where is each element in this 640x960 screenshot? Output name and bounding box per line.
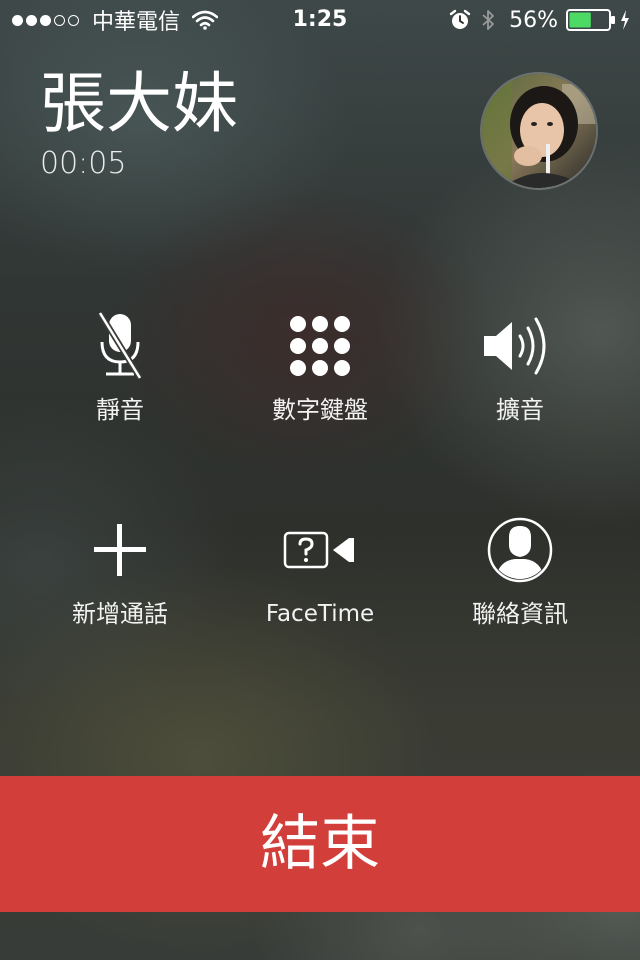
- facetime-button[interactable]: FaceTime: [220, 510, 420, 640]
- speaker-icon: [484, 317, 546, 375]
- speaker-icon-wrap: [420, 306, 620, 386]
- facetime-icon-wrap: [220, 510, 420, 590]
- facetime-icon: [283, 531, 354, 569]
- contact-icon-wrap: [420, 510, 620, 590]
- mute-icon-wrap: [20, 306, 220, 386]
- keypad-icon: [290, 316, 350, 376]
- plus-icon: [94, 524, 146, 576]
- contact-photo: [482, 74, 596, 188]
- caller-avatar: [480, 72, 598, 190]
- in-call-screen: 中華電信 1:25 56% 張大妹 00:05 靜音 數字鍵盤 擴音 新增通話 …: [0, 0, 640, 960]
- status-right: 56%: [449, 6, 630, 34]
- add-call-button[interactable]: 新增通話: [20, 510, 220, 640]
- mute-label: 靜音: [96, 396, 144, 424]
- add-call-label: 新增通話: [72, 600, 168, 628]
- keypad-icon-wrap: [220, 306, 420, 386]
- contact-info-label: 聯絡資訊: [472, 600, 568, 628]
- keypad-button[interactable]: 數字鍵盤: [220, 306, 420, 436]
- end-call-button[interactable]: 結束: [0, 776, 640, 912]
- charging-bolt-icon: [621, 10, 629, 30]
- mute-microphone-icon: [97, 311, 143, 380]
- add-call-icon-wrap: [20, 510, 220, 590]
- status-bar: 中華電信 1:25 56%: [0, 0, 640, 40]
- battery-percent: 56%: [509, 7, 558, 33]
- call-duration: 00:05: [40, 146, 127, 181]
- caller-name: 張大妹: [40, 65, 238, 142]
- alarm-clock-icon: [449, 9, 471, 29]
- bluetooth-icon: [482, 10, 494, 30]
- contact-info-button[interactable]: 聯絡資訊: [420, 510, 620, 640]
- speaker-button[interactable]: 擴音: [420, 306, 620, 436]
- end-call-label: 結束: [260, 809, 380, 879]
- contact-person-icon: [487, 517, 553, 583]
- speaker-label: 擴音: [496, 396, 544, 424]
- facetime-label: FaceTime: [265, 601, 375, 627]
- mute-button[interactable]: 靜音: [20, 306, 220, 436]
- battery-icon: [566, 9, 615, 31]
- keypad-label: 數字鍵盤: [272, 396, 368, 424]
